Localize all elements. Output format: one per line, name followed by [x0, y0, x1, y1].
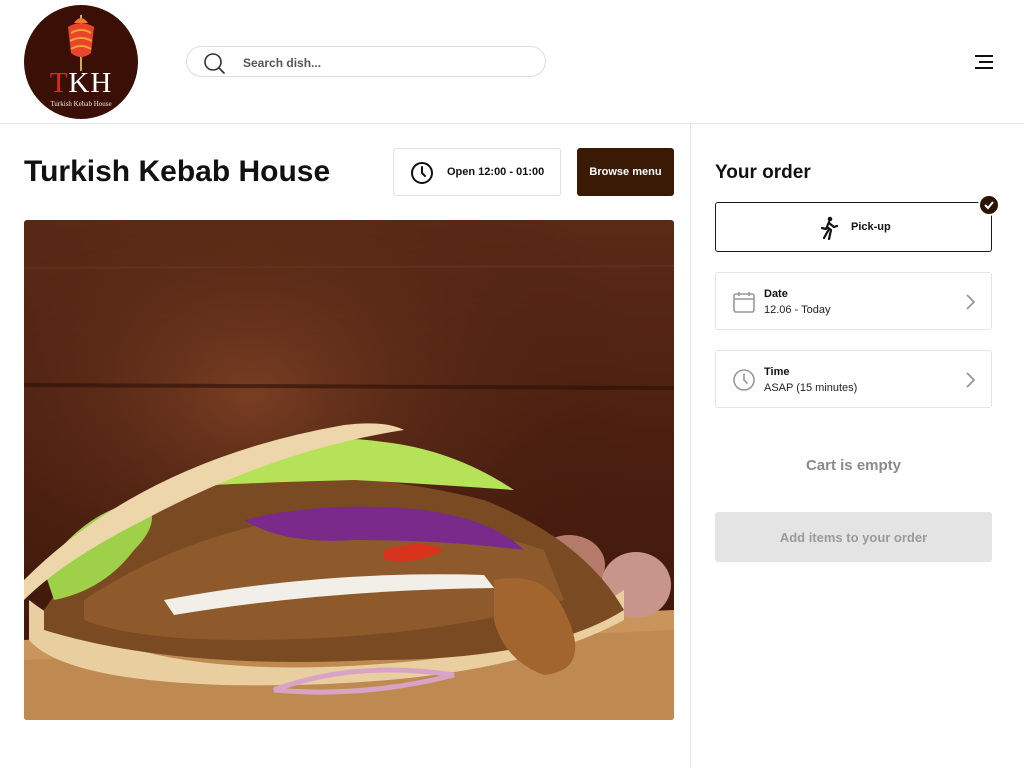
clock-icon	[733, 369, 755, 391]
date-label: Date	[764, 288, 788, 300]
pickup-label: Pick-up	[851, 221, 891, 233]
time-label: Time	[764, 366, 790, 378]
opening-hours-badge: Open 12:00 - 01:00	[393, 148, 561, 196]
browse-menu-button[interactable]: Browse menu	[577, 148, 674, 196]
date-selector[interactable]: Date 12.06 - Today	[715, 272, 992, 330]
logo-subtitle: Turkish Kebab House	[50, 100, 112, 108]
time-value: ASAP (15 minutes)	[764, 382, 858, 394]
date-value: 12.06 - Today	[764, 304, 831, 316]
search-icon	[204, 53, 225, 74]
logo-initials: TKH	[49, 67, 113, 99]
top-header: TKH Turkish Kebab House	[0, 0, 1024, 124]
walking-person-icon	[820, 216, 839, 240]
search-input[interactable]	[243, 53, 523, 72]
hamburger-menu-icon[interactable]	[972, 52, 996, 72]
cart-empty-message: Cart is empty	[805, 457, 902, 474]
chevron-right-icon	[966, 372, 976, 388]
time-selector[interactable]: Time ASAP (15 minutes)	[715, 350, 992, 408]
opening-hours-text: Open 12:00 - 01:00	[447, 166, 545, 178]
clock-icon	[411, 162, 433, 184]
add-items-button[interactable]: Add items to your order	[715, 512, 992, 562]
search-bar[interactable]	[186, 46, 546, 77]
pickup-option[interactable]: Pick-up	[715, 202, 992, 252]
order-panel-title: Your order	[715, 162, 811, 183]
restaurant-title: Turkish Kebab House	[24, 155, 331, 188]
column-divider	[690, 124, 691, 768]
selected-check-icon	[978, 194, 1000, 216]
brand-logo[interactable]: TKH Turkish Kebab House	[24, 5, 138, 119]
chevron-right-icon	[966, 294, 976, 310]
calendar-icon	[733, 292, 755, 313]
kebab-photo	[24, 220, 674, 720]
